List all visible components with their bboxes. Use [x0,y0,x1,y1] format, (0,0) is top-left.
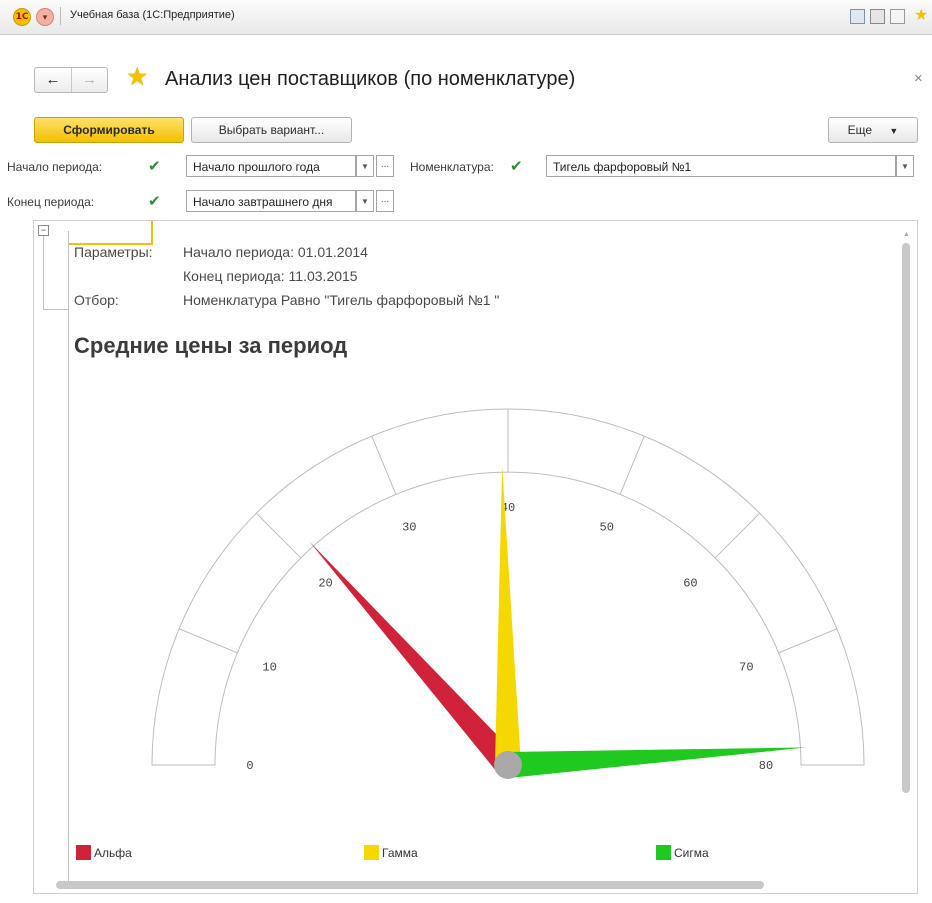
gauge-tick-label: 30 [402,521,416,535]
scroll-up-icon[interactable]: ▲ [903,231,910,238]
horizontal-scrollbar[interactable] [56,881,764,889]
more-button[interactable]: Еще ▼ [828,117,918,143]
nomenclature-field[interactable]: Тигель фарфоровый №1 [546,155,896,177]
navigation-buttons: ← → [34,67,108,93]
gauge-hub [494,751,522,779]
nomenclature-checkbox[interactable]: ✔ [510,159,523,174]
main-menu-icon[interactable]: ▾ [36,8,54,26]
chevron-down-icon: ▼ [889,126,899,136]
period-end-dropdown-icon[interactable]: ▼ [356,190,374,212]
legend-swatch [656,845,671,860]
gauge-tick-label: 0 [246,759,253,773]
close-icon[interactable]: × [914,70,923,87]
titlebar-divider [60,7,61,25]
gauge-tick [714,512,761,559]
legend-label: Альфа [94,846,132,860]
gauge-tick [778,628,838,654]
save-icon[interactable] [850,9,865,24]
legend-swatch [364,845,379,860]
window-titlebar: 1С ▾ Учебная база (1С:Предприятие) ★ [0,0,932,35]
period-start-select-button[interactable]: ... [376,155,394,177]
vertical-scrollbar[interactable] [902,243,910,793]
period-end-checkbox[interactable]: ✔ [148,194,161,209]
gauge-tick-label: 80 [759,759,773,773]
gauge-chart: 01020304050607080 [151,408,865,779]
gauge-tick-label: 70 [739,660,753,674]
gauge-tick [178,628,238,654]
gauge-tick [619,435,645,495]
period-start-checkbox[interactable]: ✔ [148,159,161,174]
gauge-tick [255,512,302,559]
form-title: Анализ цен поставщиков (по номенклатуре) [165,68,576,90]
legend-label: Гамма [382,846,418,860]
gauge-tick-label: 60 [683,577,697,591]
choose-variant-button[interactable]: Выбрать вариант... [191,117,352,143]
back-arrow-icon[interactable]: ← [35,68,72,92]
app-logo-icon[interactable]: 1С [13,8,31,26]
period-end-select-button[interactable]: ... [376,190,394,212]
nomenclature-dropdown-icon[interactable]: ▼ [896,155,914,177]
legend-item: Альфа [76,845,132,860]
window-title: Учебная база (1С:Предприятие) [70,9,235,21]
gauge-tick [371,435,397,495]
gauge-tick-label: 50 [600,521,614,535]
report-area: − Параметры: Начало периода: 01.01.2014 … [33,220,918,894]
period-end-field[interactable]: Начало завтрашнего дня [186,190,356,212]
favorite-star-icon[interactable]: ★ [126,62,148,92]
forward-arrow-icon[interactable]: → [72,68,107,92]
preview-icon[interactable] [890,9,905,24]
nomenclature-label: Номенклатура: [410,160,494,174]
gauge-tick-label: 20 [318,577,332,591]
print-icon[interactable] [870,9,885,24]
period-start-label: Начало периода: [7,160,103,174]
period-start-dropdown-icon[interactable]: ▼ [356,155,374,177]
gauge-needle [309,541,518,774]
period-end-label: Конец периода: [7,195,95,209]
generate-button[interactable]: Сформировать [34,117,184,143]
favorites-icon[interactable]: ★ [914,5,928,25]
more-button-label: Еще [847,123,873,137]
legend-item: Сигма [656,845,709,860]
legend-item: Гамма [364,845,418,860]
period-start-field[interactable]: Начало прошлого года [186,155,356,177]
legend-label: Сигма [674,846,709,860]
gauge-tick-label: 10 [262,660,276,674]
legend-swatch [76,845,91,860]
